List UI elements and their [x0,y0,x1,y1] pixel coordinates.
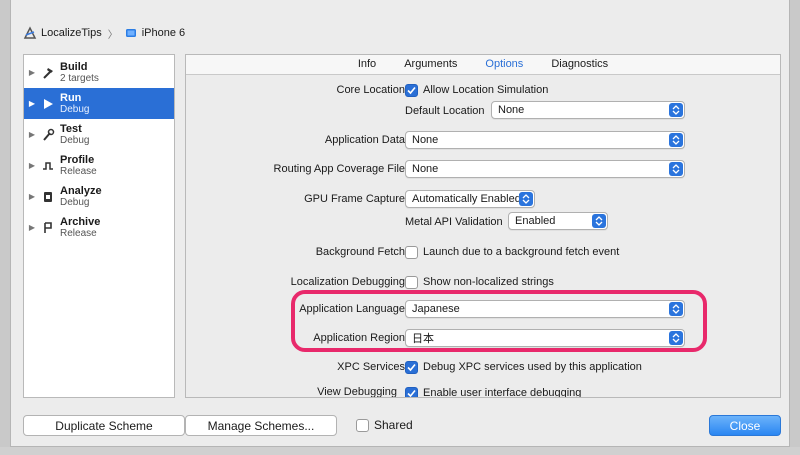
app-language-label: Application Language [299,303,405,315]
action-archive-sub: Release [60,227,97,239]
iphone-icon [124,26,138,40]
close-button[interactable]: Close [709,415,781,436]
wrench-icon [40,127,56,143]
gpu-capture-value: Automatically Enabled [412,193,521,205]
allow-location-sim-checkbox[interactable] [405,83,418,97]
breadcrumb-device[interactable]: iPhone 6 [142,27,185,39]
view-debug-checkbox[interactable] [405,386,418,397]
metal-validation-label: Metal API Validation [405,216,503,228]
popup-stepper-icon [669,133,683,147]
loc-debug-checkbox[interactable] [405,275,418,289]
action-run-sub: Debug [60,103,90,115]
routing-label: Routing App Coverage File [273,163,405,175]
loc-debug-label: Localization Debugging [290,276,405,288]
routing-popup[interactable]: None [405,160,685,178]
action-test[interactable]: ▶ Test Debug [24,119,174,150]
bg-fetch-row[interactable]: Launch due to a background fetch event [405,243,619,261]
scheme-editor-sheet: LocalizeTips 〉 iPhone 6 ▶ Build 2 target… [10,0,790,447]
shared-label: Shared [374,418,413,432]
background-bottom [0,447,800,455]
app-language-value: Japanese [412,303,460,315]
app-language-popup[interactable]: Japanese [405,300,685,318]
tab-info[interactable]: Info [344,55,390,75]
action-profile-name: Profile [60,153,95,166]
app-data-popup[interactable]: None [405,131,685,149]
disclosure-triangle-icon[interactable]: ▶ [24,99,40,108]
view-debug-label: View Debugging [317,386,397,397]
allow-location-sim-row[interactable]: Allow Location Simulation [405,81,548,99]
view-debug-row[interactable]: Enable user interface debugging [405,384,581,397]
gpu-capture-label: GPU Frame Capture [304,193,405,205]
hammer-icon [40,65,56,81]
xpc-checkbox[interactable] [405,360,418,374]
action-archive[interactable]: ▶ Archive Release [24,212,174,243]
popup-stepper-icon [669,162,683,176]
xpc-row[interactable]: Debug XPC services used by this applicat… [405,358,642,376]
disclosure-triangle-icon[interactable]: ▶ [24,130,40,139]
xpc-label: XPC Services [337,361,405,373]
action-build[interactable]: ▶ Build 2 targets [24,57,174,88]
routing-value: None [412,163,439,175]
view-debug-clip: View Debugging Enable user interface deb… [185,383,781,397]
archive-icon [40,220,56,236]
popup-stepper-icon [669,302,683,316]
chevron-right-icon: 〉 [107,29,118,41]
action-run-name: Run [60,91,82,104]
disclosure-triangle-icon[interactable]: ▶ [24,68,40,77]
action-analyze[interactable]: ▶ Analyze Debug [24,181,174,212]
allow-location-sim-text: Allow Location Simulation [423,84,549,96]
app-region-value: 日本 [412,333,434,345]
tab-diagnostics[interactable]: Diagnostics [537,55,622,75]
popup-stepper-icon [592,214,606,228]
app-data-value: None [412,134,439,146]
gauge-icon [40,158,56,174]
metal-validation-popup[interactable]: Enabled [508,212,608,230]
metal-validation-value: Enabled [515,215,556,227]
popup-stepper-icon [519,192,533,206]
view-debug-text: Enable user interface debugging [423,387,582,397]
scheme-actions-list: ▶ Build 2 targets ▶ Run Debug ▶ Test Deb… [23,54,175,398]
tab-bar: Info Arguments Options Diagnostics [186,55,780,75]
action-profile[interactable]: ▶ Profile Release [24,150,174,181]
tab-arguments[interactable]: Arguments [390,55,471,75]
loc-debug-text: Show non-localized strings [423,276,554,288]
tab-options[interactable]: Options [471,55,537,75]
action-profile-sub: Release [60,165,97,177]
disclosure-triangle-icon[interactable]: ▶ [24,223,40,232]
popup-stepper-icon [669,331,683,345]
default-location-popup[interactable]: None [491,101,685,119]
disclosure-triangle-icon[interactable]: ▶ [24,192,40,201]
duplicate-scheme-button[interactable]: Duplicate Scheme [23,415,185,436]
disclosure-triangle-icon[interactable]: ▶ [24,161,40,170]
action-run[interactable]: ▶ Run Debug [24,88,174,119]
action-test-sub: Debug [60,134,90,146]
action-build-name: Build [60,60,88,73]
xpc-text: Debug XPC services used by this applicat… [423,361,642,373]
action-analyze-name: Analyze [60,184,102,197]
loc-debug-row[interactable]: Show non-localized strings [405,273,554,291]
gpu-capture-popup[interactable]: Automatically Enabled [405,190,535,208]
shared-checkbox[interactable] [356,418,369,432]
action-analyze-sub: Debug [60,196,90,208]
bg-fetch-text: Launch due to a background fetch event [423,246,620,258]
action-archive-name: Archive [60,215,101,228]
bg-fetch-label: Background Fetch [315,246,405,258]
app-region-label: Application Region [313,332,405,344]
breadcrumb: LocalizeTips 〉 iPhone 6 [23,24,185,42]
shared-row[interactable]: Shared [356,418,413,432]
action-build-sub: 2 targets [60,72,99,84]
analyze-icon [40,189,56,205]
app-data-label: Application Data [324,134,405,146]
manage-schemes-button[interactable]: Manage Schemes... [185,415,337,436]
app-region-popup[interactable]: 日本 [405,329,685,347]
action-test-name: Test [60,122,82,135]
core-location-label: Core Location [336,84,406,96]
breadcrumb-project[interactable]: LocalizeTips [41,27,102,39]
play-icon [40,96,56,112]
popup-stepper-icon [669,103,683,117]
default-location-value: None [498,104,525,116]
default-location-label: Default Location [405,105,485,117]
xcode-project-icon [23,26,37,40]
bg-fetch-checkbox[interactable] [405,245,418,259]
